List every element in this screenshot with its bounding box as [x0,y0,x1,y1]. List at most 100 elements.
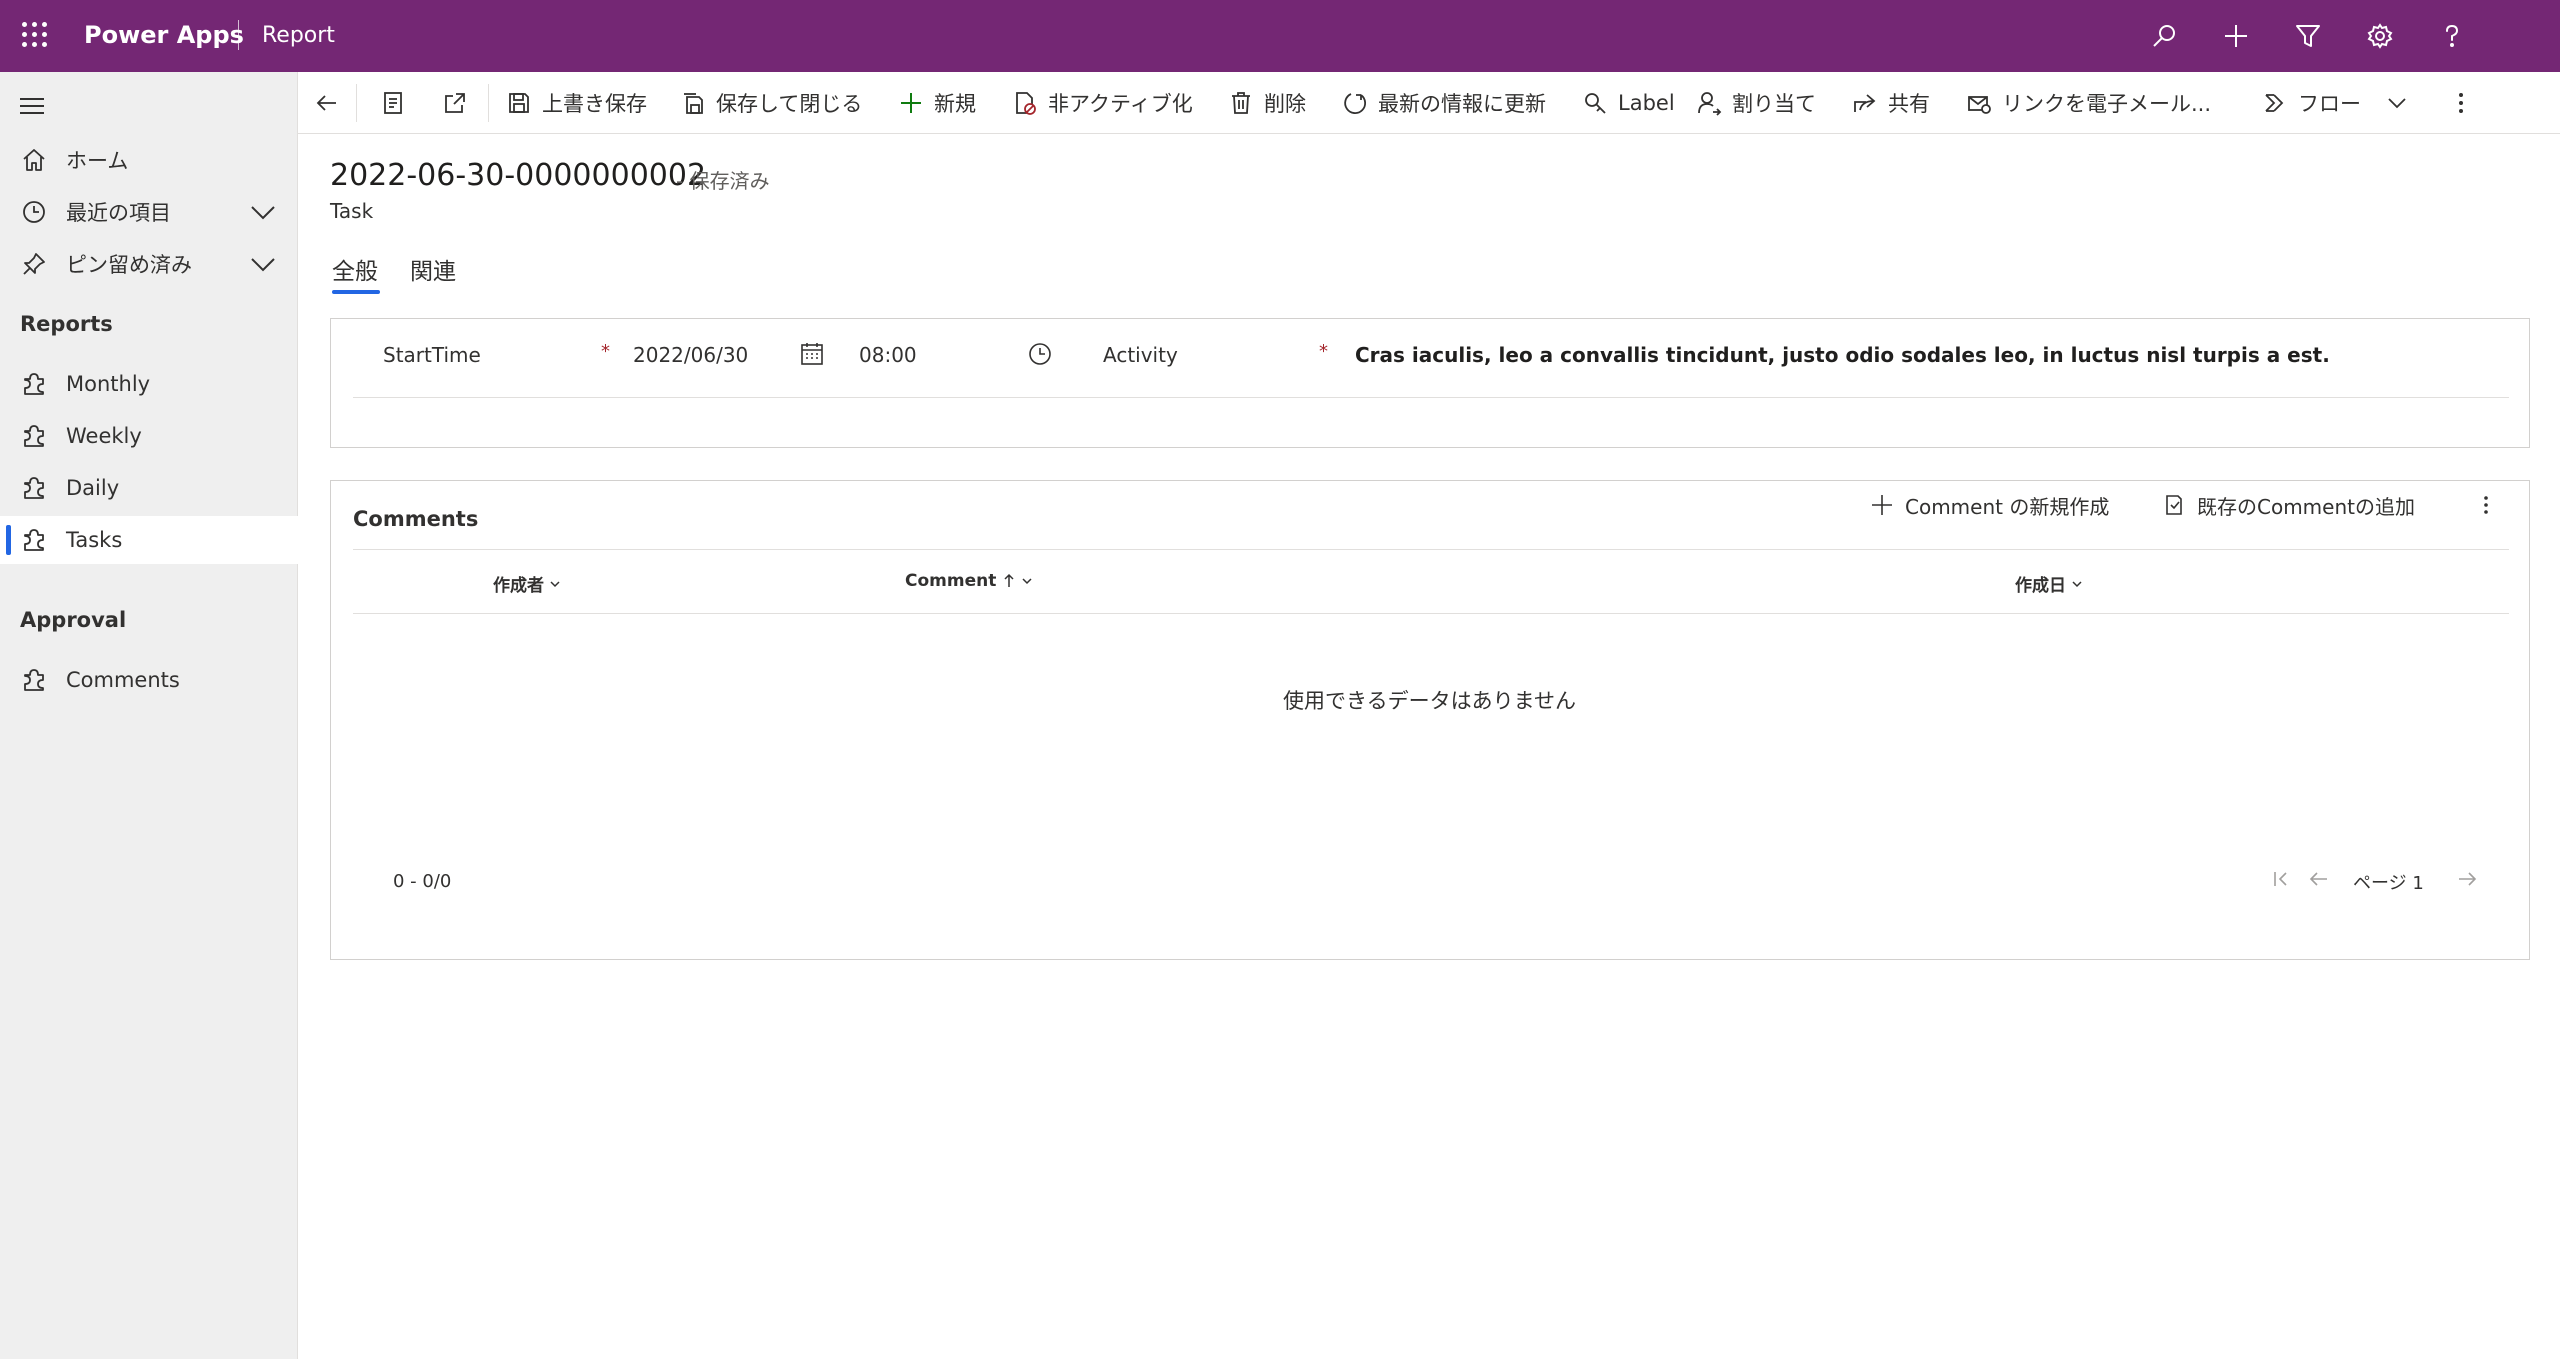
required-indicator: * [1319,341,1328,362]
calendar-icon[interactable] [799,341,825,367]
sidebar-item-monthly[interactable]: Monthly [0,360,298,408]
puzzle-icon [20,474,48,502]
required-indicator: * [601,341,610,362]
open-new-window-button[interactable] [442,72,478,134]
chevron-down-icon[interactable] [248,249,278,279]
add-existing-comment-button[interactable]: 既存のCommentの追加 [2161,475,2415,535]
next-page-icon[interactable] [2455,867,2479,891]
more-vertical-icon [2484,496,2488,514]
chevron-down-icon[interactable] [248,197,278,227]
chevron-down-icon [2072,580,2082,587]
new-comment-label: Comment の新規作成 [1905,494,2110,519]
column-header-created-on[interactable]: 作成日 [2015,571,2084,596]
puzzle-icon [20,370,48,398]
new-comment-button[interactable]: Comment の新規作成 [1869,475,2109,535]
app-module-name[interactable]: Report [262,23,335,48]
chevron-down-icon [2388,98,2406,109]
clock-icon [20,198,48,226]
sidebar-item-label: Weekly [66,424,142,448]
top-bar: Power Apps Report [0,0,2560,72]
share-button[interactable]: 共有 [1852,72,1930,134]
page-indicator: ページ 1 [2353,873,2424,894]
sidebar-item-label: Daily [66,476,120,500]
hamburger-menu-icon[interactable] [20,96,44,116]
delete-button[interactable]: 削除 [1228,72,1306,134]
column-header-label: 作成日 [2015,576,2066,596]
sort-ascending-icon [1004,573,1014,587]
plus-icon [1872,495,1892,515]
sidebar-item-comments[interactable]: Comments [0,656,298,704]
empty-grid-message: 使用できるデータはありません [1283,689,1576,713]
gear-icon[interactable] [2362,18,2398,54]
first-page-icon[interactable] [2269,867,2293,891]
column-header-created-by[interactable]: 作成者 [493,571,562,596]
search-icon[interactable] [2146,18,2182,54]
divider [353,613,2509,614]
deactivate-button[interactable]: 非アクティブ化 [1012,72,1193,134]
more-commands-button[interactable] [2448,72,2484,134]
flow-icon [2265,94,2284,112]
sidebar-item-daily[interactable]: Daily [0,464,298,512]
save-label: 上書き保存 [542,92,647,116]
save-and-close-button[interactable]: 保存して閉じる [680,72,862,134]
flow-button[interactable]: フロー [2262,72,2361,134]
help-icon[interactable] [2434,18,2470,54]
assign-button[interactable]: 割り当て [1696,72,1816,134]
app-name[interactable]: Power Apps [84,21,244,49]
sidebar-group-title: Reports [20,312,113,336]
sidebar-item-tasks[interactable]: Tasks [0,516,298,564]
more-vertical-icon [2459,93,2463,113]
chevron-down-icon [550,580,560,587]
filter-icon[interactable] [2290,18,2326,54]
sidebar: ホーム 最近の項目 ピン留め済み Reports Monthly Weekly … [0,72,298,1359]
record-title: 2022-06-30-0000000002 [330,158,707,193]
save-status: - 保存済み [676,169,770,193]
app-launcher-icon[interactable] [22,22,48,48]
subgrid-title: Comments [353,507,479,531]
general-section: StartTime * 2022/06/30 08:00 Activity * … [330,318,2530,448]
start-time-input[interactable]: 08:00 [859,343,917,367]
new-button[interactable]: 新規 [898,72,976,134]
divider [488,84,489,122]
label-button[interactable]: Label [1582,72,1675,134]
previous-page-icon[interactable] [2307,867,2331,891]
save-and-close-icon [684,93,703,114]
clock-icon[interactable] [1027,341,1053,367]
assign-person-icon [1698,92,1722,116]
record-count: 0 - 0/0 [393,871,452,892]
sidebar-item-label: ピン留め済み [66,253,192,277]
puzzle-icon [20,666,48,694]
start-date-input[interactable]: 2022/06/30 [633,343,748,367]
sidebar-item-label: ホーム [66,149,129,173]
plus-icon[interactable] [2218,18,2254,54]
sidebar-item-weekly[interactable]: Weekly [0,412,298,460]
email-link-icon [1968,96,1991,114]
pin-icon [20,250,48,278]
column-header-comment[interactable]: Comment [905,571,1034,591]
deactivate-icon [1016,92,1036,115]
open-in-new-window-icon [445,93,465,113]
tab-related[interactable]: 関連 [410,252,456,286]
flow-dropdown-button[interactable] [2384,72,2420,134]
sidebar-item-home[interactable]: ホーム [0,136,298,184]
label-label: Label [1618,91,1675,115]
home-icon [20,146,48,174]
refresh-label: 最新の情報に更新 [1378,92,1546,116]
sidebar-item-recent[interactable]: 最近の項目 [0,188,298,236]
tab-general[interactable]: 全般 [332,252,378,286]
add-existing-icon [2166,495,2182,515]
share-label: 共有 [1888,92,1930,116]
activity-input[interactable]: Cras iaculis, leo a convallis tincidunt,… [1355,343,2330,367]
save-button[interactable]: 上書き保存 [506,72,647,134]
new-label: 新規 [934,92,976,116]
sidebar-item-pinned[interactable]: ピン留め済み [0,240,298,288]
form-view-button[interactable] [380,72,416,134]
email-link-button[interactable]: リンクを電子メール... [1966,72,2211,134]
back-button[interactable] [314,72,350,134]
sidebar-group-title: Approval [20,608,127,632]
refresh-button[interactable]: 最新の情報に更新 [1342,72,1546,134]
delete-label: 削除 [1264,92,1306,116]
subgrid-more-button[interactable] [2473,475,2509,535]
email-link-label: リンクを電子メール... [2002,92,2212,116]
entity-name: Task [330,199,374,223]
